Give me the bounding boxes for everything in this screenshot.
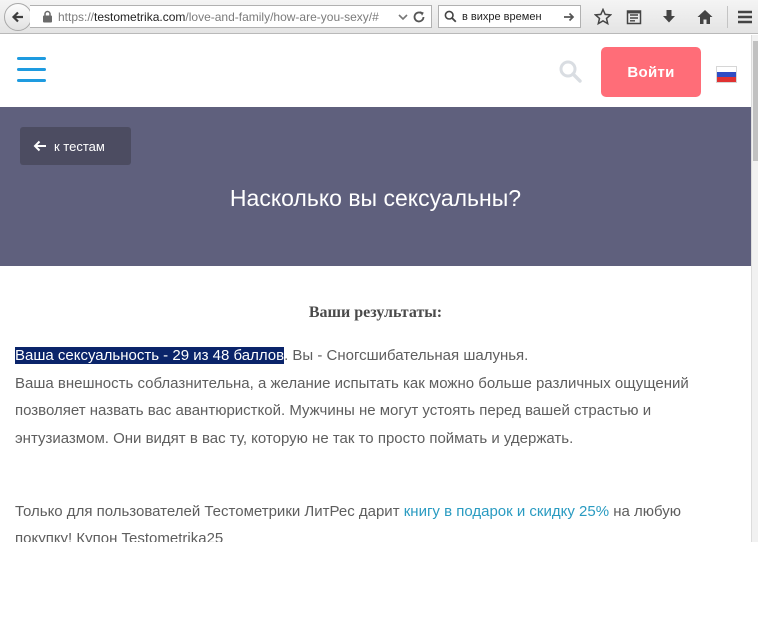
url-host: testometrika.com xyxy=(94,9,186,24)
search-go-arrow-icon[interactable] xyxy=(562,10,576,24)
page-title: Насколько вы сексуальны? xyxy=(229,185,522,211)
results-content: Ваши результаты: Ваша сексуальность - 29… xyxy=(0,266,751,542)
login-button[interactable]: Войти xyxy=(601,47,701,97)
results-heading: Ваши результаты: xyxy=(308,304,443,321)
menu-icon[interactable] xyxy=(734,6,756,28)
back-to-tests-button[interactable]: к тестам xyxy=(20,127,131,165)
promo-gift-link[interactable]: книгу в подарок и скидку 25% xyxy=(404,503,609,520)
bookmarks-list-icon[interactable] xyxy=(623,6,645,28)
result-verdict: . Вы - Сногсшибательная шалунья. xyxy=(284,347,529,364)
test-hero-banner: к тестам Насколько вы сексуальны? xyxy=(0,107,751,266)
search-icon xyxy=(444,10,457,23)
search-query: в вихре времен xyxy=(462,10,542,23)
browser-toolbar: https://testometrika.com/love-and-family… xyxy=(0,0,758,34)
arrow-left-icon xyxy=(33,140,46,152)
address-bar[interactable]: https://testometrika.com/love-and-family… xyxy=(30,5,432,28)
home-icon[interactable] xyxy=(694,6,716,28)
result-paragraph: Ваша сексуальность - 29 из 48 баллов. Вы… xyxy=(15,342,735,452)
hamburger-menu-icon[interactable] xyxy=(17,56,47,84)
url-prefix: https:// xyxy=(58,9,95,24)
blank-area xyxy=(0,542,758,622)
back-arrow-icon xyxy=(11,11,23,23)
score-highlight: Ваша сексуальность - 29 из 48 баллов xyxy=(15,347,285,364)
toolbar-separator xyxy=(727,6,728,28)
reload-icon[interactable] xyxy=(412,10,426,24)
back-to-tests-label: к тестам xyxy=(54,138,105,154)
page-scrollbar[interactable] xyxy=(751,35,758,542)
url-text: https://testometrika.com/love-and-family… xyxy=(58,10,379,24)
site-search-icon[interactable] xyxy=(558,59,582,83)
result-description: Ваша внешность соблазнительна, а желание… xyxy=(15,374,689,447)
download-icon[interactable] xyxy=(658,6,680,28)
browser-search-bar[interactable]: в вихре времен xyxy=(438,5,581,28)
promo-paragraph: Только для пользователей Тестометрики Ли… xyxy=(15,498,735,542)
browser-back-button[interactable] xyxy=(4,3,32,31)
scrollbar-thumb[interactable] xyxy=(753,41,758,161)
lock-icon xyxy=(43,10,52,23)
site-header: Войти xyxy=(0,35,751,107)
promo-text-before: Только для пользователей Тестометрики Ли… xyxy=(15,503,404,520)
url-path: /love-and-family/how-are-you-sexy/# xyxy=(185,9,379,24)
bookmark-star-icon[interactable] xyxy=(592,6,614,28)
russian-flag-icon[interactable] xyxy=(716,66,737,83)
dropdown-arrow-icon[interactable] xyxy=(397,11,409,23)
